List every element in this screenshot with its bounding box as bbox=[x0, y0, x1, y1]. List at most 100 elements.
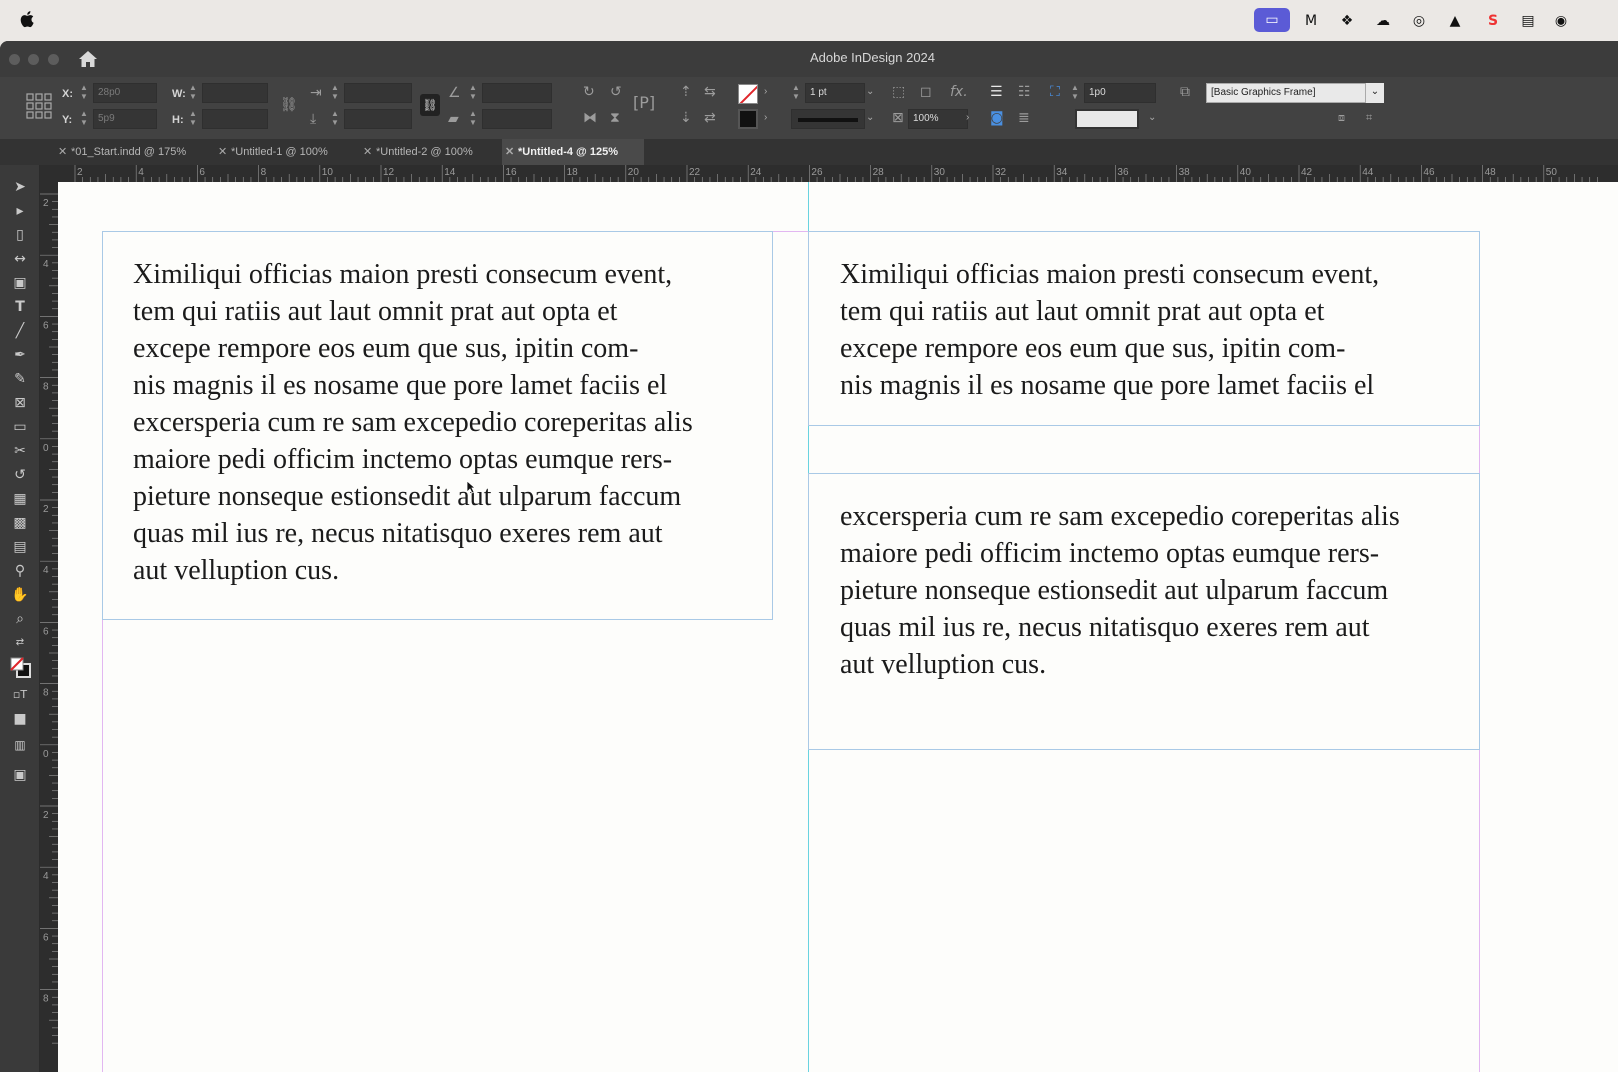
close-tab-icon[interactable]: ✕ bbox=[218, 139, 227, 165]
gap-tool-icon[interactable]: ↔ bbox=[10, 249, 30, 269]
text-line[interactable]: nis magnis il es nosame que pore lamet f… bbox=[840, 367, 1379, 404]
fill-menu-chevron-icon[interactable]: › bbox=[764, 86, 767, 97]
opacity-chevron-icon[interactable]: › bbox=[966, 112, 969, 123]
text-line[interactable]: excersperia cum re sam excepedio coreper… bbox=[133, 404, 693, 441]
formatting-affects-icon[interactable]: ▫T bbox=[10, 685, 30, 705]
pencil-tool-icon[interactable]: ✎ bbox=[10, 369, 30, 389]
apply-color-icon[interactable]: ■ bbox=[10, 709, 30, 729]
x-stepper[interactable]: ▲ ▼ bbox=[79, 83, 89, 103]
flip-horizontal-icon[interactable]: ⧓ bbox=[583, 110, 597, 126]
gradient-feather-tool-icon[interactable]: ▩ bbox=[10, 513, 30, 533]
text-line[interactable]: maiore pedi officim inctemo optas eumque… bbox=[133, 441, 693, 478]
style-options-icon[interactable]: ⌗ bbox=[1366, 110, 1372, 126]
offset-field[interactable]: 1p0 bbox=[1084, 83, 1156, 103]
stroke-type-dropdown-icon[interactable]: ⌄ bbox=[866, 112, 874, 123]
object-style-dropdown-icon[interactable]: ⌄ bbox=[1366, 83, 1384, 103]
text-line[interactable]: pieture nonseque estionsedit aut ulparum… bbox=[840, 572, 1400, 609]
apple-menu-icon[interactable] bbox=[20, 9, 36, 29]
rotate-tool-icon[interactable]: ↺ bbox=[10, 465, 30, 485]
type-tool-icon[interactable]: T bbox=[10, 297, 30, 317]
opacity-field[interactable]: 100% bbox=[908, 109, 968, 129]
text-line[interactable]: Ximiliqui officias maion presti consecum… bbox=[133, 256, 693, 293]
effects-icon[interactable]: fx. bbox=[950, 84, 968, 100]
align-center-icon[interactable]: ☷ bbox=[1018, 84, 1031, 100]
direct-selection-tool-icon[interactable]: ▸ bbox=[10, 201, 30, 221]
close-tab-icon[interactable]: ✕ bbox=[363, 139, 372, 165]
align-top-icon[interactable]: ☰ bbox=[990, 84, 1003, 100]
width-field[interactable] bbox=[202, 83, 268, 103]
stroke-swatch[interactable] bbox=[738, 109, 758, 129]
tab-01-start[interactable]: ✕ *01_Start.indd @ 175% bbox=[55, 139, 205, 165]
text-line[interactable]: tem qui ratiis aut laut omnit prat aut o… bbox=[840, 293, 1379, 330]
document-page[interactable]: Ximiliqui officias maion presti consecum… bbox=[58, 182, 1618, 1072]
shear-stepper[interactable]: ▲ ▼ bbox=[468, 109, 478, 129]
hand-tool-icon[interactable]: ✋ bbox=[10, 585, 30, 605]
select-next-icon[interactable]: ⇄ bbox=[704, 110, 716, 126]
stroke-weight-field[interactable]: 1 pt bbox=[805, 83, 865, 103]
stroke-style-preview[interactable] bbox=[1075, 109, 1139, 129]
scissors-tool-icon[interactable]: ✂ bbox=[10, 441, 30, 461]
stroke-weight-dropdown-icon[interactable]: ⌄ bbox=[866, 86, 874, 97]
vertical-ruler[interactable]: 2 4 6 8 0 2 4 6 8 0 2 4 6 8 bbox=[40, 165, 58, 1072]
fill-stroke-icon[interactable] bbox=[10, 657, 31, 678]
stroke-style-dropdown-icon[interactable]: ⌄ bbox=[1148, 112, 1156, 123]
zoom-tool-icon[interactable]: ⌕ bbox=[10, 609, 30, 629]
close-tab-icon[interactable]: ✕ bbox=[58, 139, 67, 165]
view-mode-icon[interactable]: ▥ bbox=[10, 735, 30, 755]
text-line[interactable]: excersperia cum re sam excepedio coreper… bbox=[840, 498, 1400, 535]
eyedropper-tool-icon[interactable]: ⚲ bbox=[10, 561, 30, 581]
text-line[interactable]: quas mil ius re, necus nitatisquo exeres… bbox=[133, 515, 693, 552]
horizontal-ruler[interactable]: 2 4 6 8 10 12 14 16 18 20 22 24 26 28 30 32 34 36 38 40 42 44… bbox=[58, 165, 1618, 182]
close-tab-icon[interactable]: ✕ bbox=[505, 139, 514, 165]
stroke-weight-stepper[interactable]: ▲ ▼ bbox=[791, 83, 801, 103]
stroke-menu-chevron-icon[interactable]: › bbox=[764, 112, 767, 123]
constrain-proportions-icon[interactable]: ⛓ bbox=[280, 97, 298, 113]
text-line[interactable]: aut velluption cus. bbox=[840, 646, 1400, 683]
text-line[interactable]: tem qui ratiis aut laut omnit prat aut o… bbox=[133, 293, 693, 330]
text-line[interactable]: nis magnis il es nosame que pore lamet f… bbox=[133, 367, 693, 404]
link-scale-icon[interactable]: ⛓ bbox=[420, 94, 440, 116]
offset-stepper[interactable]: ▲ ▼ bbox=[1070, 83, 1080, 103]
flip-vertical-icon[interactable]: ⧗ bbox=[610, 110, 620, 126]
object-style-select[interactable]: [Basic Graphics Frame] bbox=[1206, 83, 1366, 103]
sync-icon[interactable]: ◎ bbox=[1408, 10, 1430, 32]
select-content-down-icon[interactable]: ⇣ bbox=[680, 110, 692, 126]
rectangle-tool-icon[interactable]: ▭ bbox=[10, 417, 30, 437]
s-app-icon[interactable]: S bbox=[1482, 10, 1504, 32]
creative-cloud-icon[interactable]: ☁ bbox=[1372, 10, 1394, 32]
screen-share-icon[interactable]: ▭ bbox=[1254, 8, 1290, 32]
airdrop-icon[interactable]: ◉ bbox=[1550, 10, 1572, 32]
text-wrap-icon[interactable]: ◙ bbox=[990, 110, 1004, 126]
display-icon[interactable]: ▤ bbox=[1517, 10, 1539, 32]
left-story-text[interactable]: Ximiliqui officias maion presti consecum… bbox=[133, 256, 693, 589]
text-line[interactable]: pieture nonseque estionsedit aut ulparum… bbox=[133, 478, 693, 515]
tab-untitled-4[interactable]: ✕ *Untitled-4 @ 125% bbox=[502, 139, 644, 165]
fill-swatch[interactable] bbox=[738, 84, 758, 104]
gradient-swatch-tool-icon[interactable]: ▦ bbox=[10, 489, 30, 509]
page-tool-icon[interactable]: ▯ bbox=[10, 225, 30, 245]
select-previous-icon[interactable]: ⇆ bbox=[704, 84, 716, 100]
line-tool-icon[interactable]: ╱ bbox=[10, 321, 30, 341]
rotate-ccw-icon[interactable]: ↺ bbox=[610, 84, 622, 100]
y-stepper[interactable]: ▲ ▼ bbox=[79, 109, 89, 129]
w-stepper[interactable]: ▲ ▼ bbox=[188, 83, 198, 103]
content-collector-icon[interactable]: ▣ bbox=[10, 273, 30, 293]
tab-untitled-2[interactable]: ✕ *Untitled-2 @ 100% bbox=[360, 139, 498, 165]
x-position-field[interactable]: 28p0 bbox=[93, 83, 157, 103]
stroke-type-select[interactable] bbox=[791, 109, 865, 129]
wrap-around-icon[interactable]: ≣ bbox=[1018, 110, 1030, 126]
reference-point-icon[interactable] bbox=[26, 93, 52, 119]
scale-x-stepper[interactable]: ▲ ▼ bbox=[330, 83, 340, 103]
text-line[interactable]: aut velluption cus. bbox=[133, 552, 693, 589]
selection-tool-icon[interactable]: ➤ bbox=[10, 177, 30, 197]
drop-shadow-icon[interactable]: ◻ bbox=[920, 84, 932, 100]
rectangle-frame-tool-icon[interactable]: ⊠ bbox=[10, 393, 30, 413]
text-line[interactable]: excepe rempore eos eum que sus, ipitin c… bbox=[133, 330, 693, 367]
select-container-icon[interactable]: ⇡ bbox=[680, 84, 692, 100]
rotate-cw-icon[interactable]: ↻ bbox=[583, 84, 595, 100]
right-bottom-story-text[interactable]: excersperia cum re sam excepedio coreper… bbox=[840, 498, 1400, 683]
scale-x-field[interactable] bbox=[344, 83, 412, 103]
scale-y-field[interactable] bbox=[344, 109, 412, 129]
height-field[interactable] bbox=[202, 109, 268, 129]
h-stepper[interactable]: ▲ ▼ bbox=[188, 109, 198, 129]
